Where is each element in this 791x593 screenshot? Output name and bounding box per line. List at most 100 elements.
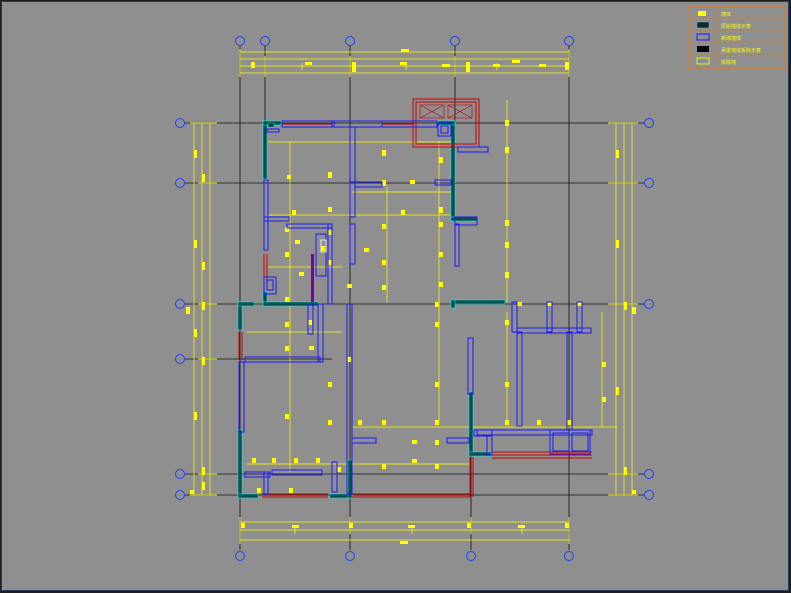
drawing-stroke [467, 523, 471, 528]
drawing-stroke [328, 420, 332, 425]
legend-label-2: 原始墙体示意 [721, 23, 751, 30]
legend-swatch-2 [696, 21, 710, 29]
drawing-stroke [328, 172, 332, 178]
drawing-stroke [202, 174, 205, 182]
drawing-stroke [382, 285, 386, 290]
legend-swatch-1 [698, 11, 706, 16]
drawing-stroke [571, 432, 589, 452]
drawing-stroke [262, 120, 268, 180]
drawing-stroke [446, 437, 470, 444]
legend-label-5: 拆除墙 [721, 59, 736, 66]
drawing-stroke [624, 302, 627, 310]
drawing-stroke [577, 302, 582, 306]
axis-bubble [235, 36, 245, 46]
legend-label-3: 新砌墙体 [721, 35, 741, 42]
drawing-stroke [186, 307, 190, 314]
drawing-stroke [257, 488, 261, 493]
drawing-stroke [512, 60, 520, 63]
drawing-stroke [400, 541, 408, 544]
drawing-stroke [439, 157, 443, 163]
drawing-stroke [358, 420, 362, 425]
axis-bubble [175, 490, 185, 500]
drawing-stroke [251, 62, 255, 68]
drawing-stroke [454, 223, 460, 267]
drawing-stroke [321, 246, 325, 251]
drawing-stroke [308, 320, 312, 325]
drawing-canvas[interactable]: 墙体 原始墙体示意 新砌墙体 承重墙体拆除示意 拆除墙 [1, 1, 789, 591]
axis-bubble [345, 551, 355, 561]
drawing-stroke [401, 49, 409, 52]
drawing-stroke [382, 260, 386, 265]
drawing-stroke [237, 301, 255, 307]
drawing-stroke [331, 120, 383, 128]
drawing-stroke [412, 459, 417, 463]
drawing-stroke [202, 482, 205, 490]
drawing-stroke [410, 180, 415, 184]
axis-bubble [175, 118, 185, 128]
drawing-stroke [442, 64, 450, 67]
drawing-stroke [435, 440, 439, 445]
legend: 墙体 原始墙体示意 新砌墙体 承重墙体拆除示意 拆除墙 [687, 6, 785, 70]
drawing-stroke [266, 279, 274, 291]
drawing-stroke [349, 126, 356, 183]
drawing-stroke [518, 525, 525, 528]
drawing-stroke [351, 437, 377, 444]
drawing-stroke [382, 420, 386, 425]
drawing-stroke [400, 62, 407, 65]
drawing-stroke [202, 357, 205, 365]
drawing-stroke [537, 420, 541, 425]
drawing-stroke [347, 459, 353, 499]
drawing-stroke [450, 299, 506, 305]
drawing-stroke [435, 302, 439, 307]
drawing-stroke [202, 467, 205, 475]
drawing-stroke [505, 420, 509, 425]
drawing-stroke [328, 382, 332, 387]
axis-bubble [175, 299, 185, 309]
drawing-stroke [244, 356, 321, 363]
axis-bubble [345, 36, 355, 46]
drawing-stroke [602, 397, 606, 402]
drawing-stroke [237, 429, 243, 499]
drawing-stroke [309, 346, 314, 350]
legend-swatch-5 [696, 57, 710, 65]
drawing-stroke [632, 490, 636, 494]
drawing-stroke [434, 179, 452, 186]
drawing-stroke [237, 493, 259, 499]
drawing-stroke [602, 362, 606, 367]
drawing-stroke [285, 322, 289, 327]
axis-bubble [235, 551, 245, 561]
drawing-stroke [435, 322, 439, 327]
drawing-stroke [439, 282, 443, 287]
drawing-stroke [505, 120, 509, 126]
drawing-stroke [539, 64, 546, 67]
axis-bubble [644, 490, 654, 500]
drawing-stroke [202, 302, 205, 310]
axis-bubble [175, 469, 185, 479]
drawing-stroke [382, 180, 386, 186]
drawing-stroke [202, 262, 205, 270]
drawing-stroke [285, 297, 289, 302]
drawing-stroke [352, 62, 356, 72]
drawing-stroke [194, 240, 197, 248]
drawing-stroke [194, 150, 197, 158]
drawing-stroke [244, 471, 271, 478]
drawing-stroke [252, 458, 256, 463]
purple-segment [311, 254, 314, 302]
drawing-stroke [347, 284, 352, 288]
drawing-stroke [401, 210, 405, 215]
drawing-stroke [505, 242, 509, 248]
axis-bubble [644, 178, 654, 188]
drawing-stroke [517, 302, 522, 306]
drawing-stroke [440, 125, 449, 134]
drawing-stroke [349, 181, 356, 218]
drawing-stroke [241, 523, 245, 528]
cad-viewport[interactable]: 墙体 原始墙体示意 新砌墙体 承重墙体拆除示意 拆除墙 [0, 0, 791, 593]
drawing-stroke [439, 252, 443, 257]
drawing-stroke [285, 414, 289, 419]
drawing-stroke [337, 467, 341, 472]
drawing-stroke [505, 320, 509, 325]
drawing-stroke [565, 523, 569, 528]
drawing-stroke [566, 331, 573, 431]
drawing-stroke [263, 471, 269, 495]
drawing-stroke [289, 488, 293, 493]
